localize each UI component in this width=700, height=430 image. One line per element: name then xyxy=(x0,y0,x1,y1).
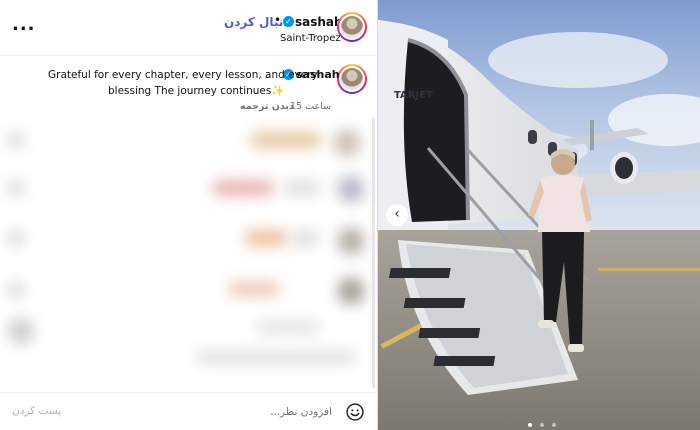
blurred-comment-avatar xyxy=(8,318,34,344)
separator-dot: • xyxy=(274,13,282,27)
post-photo[interactable]: TARJET ‹ xyxy=(378,0,700,430)
carousel-dot xyxy=(527,423,532,427)
caption-text: blessing The journey continues xyxy=(108,85,272,97)
post-timestamp: 15 ساعت xyxy=(290,101,331,112)
comment-composer: پست کردن xyxy=(0,392,378,430)
blurred-comment-avatar xyxy=(334,130,360,156)
post-location[interactable]: Saint-Tropez xyxy=(280,33,341,44)
post-comment-button[interactable]: پست کردن xyxy=(12,405,61,417)
blurred-comment-text xyxy=(212,180,274,196)
carousel-prev-button[interactable]: ‹ xyxy=(386,204,408,226)
emoji-picker-icon[interactable] xyxy=(345,402,365,422)
blurred-comment-icon xyxy=(8,132,24,148)
comments-scrollbar[interactable] xyxy=(372,118,375,388)
blurred-comment-icon xyxy=(8,282,24,298)
author-username[interactable]: sashah xyxy=(295,15,343,29)
blurred-comment-text xyxy=(250,132,322,148)
blurred-comment-avatar xyxy=(338,228,364,254)
carousel-dot xyxy=(539,423,544,427)
see-translation-link[interactable]: دیدن ترجمه xyxy=(240,101,294,112)
blurred-comment-text xyxy=(196,350,356,364)
blurred-comment-text xyxy=(290,230,320,246)
blurred-comments-list xyxy=(0,118,376,390)
sparkles-emoji: ✨ xyxy=(271,85,285,97)
blurred-comment-icon xyxy=(8,180,24,196)
blurred-comment-avatar xyxy=(338,278,364,304)
caption-text-line-1: Grateful for every chapter, every lesson… xyxy=(48,69,318,81)
blurred-comment-text xyxy=(256,320,320,334)
carousel-indicator xyxy=(526,412,557,427)
post-header: ... دنبال کردن • ✓ sashah Saint-Tropez xyxy=(0,0,378,56)
post-caption: sashah ✓ Grateful for every chapter, eve… xyxy=(0,60,378,120)
comment-input[interactable] xyxy=(200,403,332,421)
blurred-comment-text xyxy=(228,282,280,296)
blurred-comment-text xyxy=(282,180,322,196)
blurred-comment-avatar xyxy=(338,176,364,202)
blurred-comment-text xyxy=(244,230,288,246)
caption-text-line-2: blessing The journey continues✨ xyxy=(108,84,284,97)
fuselage-lettering: TARJET xyxy=(394,90,433,101)
more-options-button[interactable]: ... xyxy=(12,14,36,35)
verified-badge-icon: ✓ xyxy=(283,16,294,27)
photo-illustration: TARJET xyxy=(378,0,700,430)
blurred-comment-icon xyxy=(8,230,24,246)
carousel-dot xyxy=(551,423,556,427)
post-details-panel: ... دنبال کردن • ✓ sashah Saint-Tropez s… xyxy=(0,0,378,430)
author-avatar[interactable] xyxy=(337,12,367,42)
caption-avatar[interactable] xyxy=(337,64,367,94)
